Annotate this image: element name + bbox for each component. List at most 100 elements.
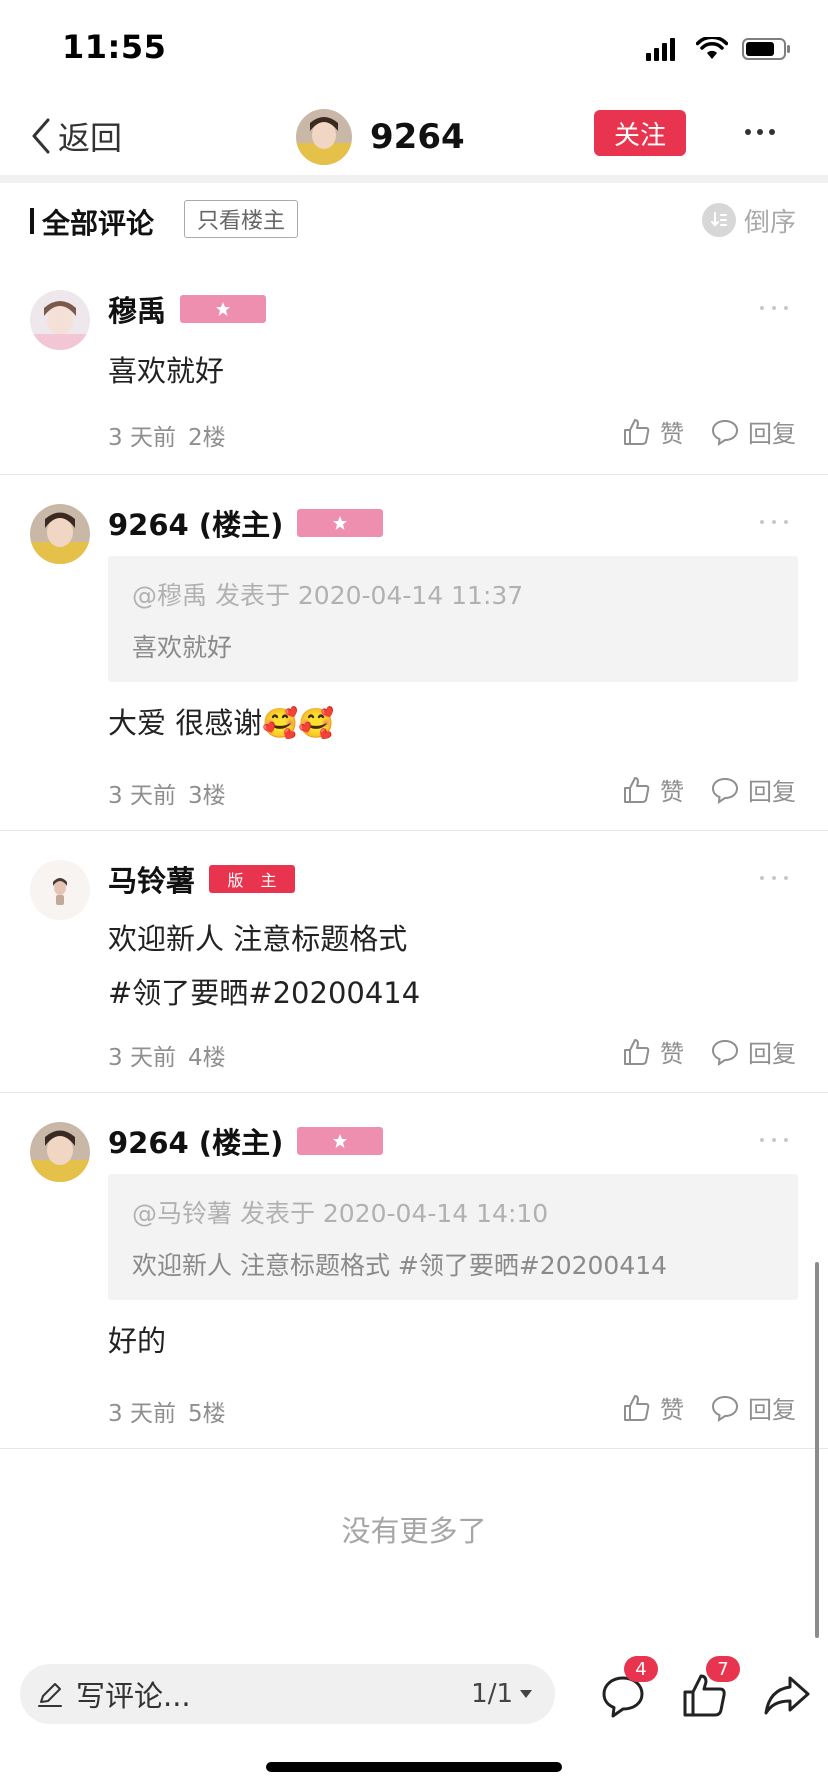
reply-bubble-icon <box>711 777 739 804</box>
reply-label: 回复 <box>748 1396 796 1424</box>
thumb-up-icon <box>624 776 650 803</box>
section-marker <box>30 208 34 234</box>
header-divider <box>0 175 828 183</box>
like-label: 赞 <box>660 1040 684 1068</box>
reply-button[interactable]: 回复 <box>710 1390 796 1425</box>
back-button[interactable]: 返回 <box>28 108 122 164</box>
star-icon <box>333 1134 348 1148</box>
comment-header: 马铃薯 版 主 <box>108 858 296 900</box>
comment-actions: 赞 回复 <box>622 1034 796 1069</box>
like-button[interactable]: 赞 <box>622 414 684 449</box>
comment-item: 穆禹 喜欢就好 3 天前 2楼 赞 回复 <box>0 252 828 474</box>
thumb-up-icon <box>624 1394 650 1421</box>
comment-time: 3 天前 <box>108 783 176 809</box>
comment-username[interactable]: 9264 (楼主) <box>108 1120 283 1162</box>
caret-down-icon <box>520 1690 532 1698</box>
comment-text: 喜欢就好 <box>108 354 225 388</box>
comment-actions: 赞 回复 <box>622 1390 796 1425</box>
like-label: 赞 <box>660 420 684 448</box>
quote-meta: @穆禹 发表于 2020-04-14 11:37 <box>132 581 524 610</box>
like-button[interactable]: 赞 <box>622 1034 684 1069</box>
more-button[interactable] <box>740 112 780 152</box>
comment-meta: 3 天前 4楼 <box>108 1038 226 1072</box>
comment-username[interactable]: 马铃薯 <box>108 858 195 900</box>
share-icon <box>764 1676 810 1715</box>
only-op-filter-button[interactable]: 只看楼主 <box>184 200 299 238</box>
star-icon <box>216 302 231 316</box>
nav-username: 9264 <box>370 117 465 157</box>
comment-more-icon[interactable] <box>760 303 788 313</box>
bottom-bar: 写评论... 1/1 4 7 <box>0 1656 828 1740</box>
follow-button[interactable]: 关注 <box>594 110 686 156</box>
sort-button[interactable]: 倒序 <box>701 200 796 240</box>
scrollbar[interactable] <box>815 1262 819 1638</box>
comment-text-line-2: #领了要晒#20200414 <box>108 976 421 1010</box>
comment-header: 9264 (楼主) <box>108 502 384 544</box>
wifi-icon <box>696 37 728 59</box>
avatar[interactable] <box>30 504 90 564</box>
reply-button[interactable]: 回复 <box>710 772 796 807</box>
thumb-up-icon <box>624 418 650 445</box>
comment-time: 3 天前 <box>108 425 176 451</box>
quote-meta: @马铃薯 发表于 2020-04-14 14:10 <box>132 1199 549 1228</box>
signal-icon <box>646 38 675 61</box>
comment-item: 9264 (楼主) @穆禹 发表于 2020-04-14 11:37 喜欢就好 … <box>0 474 828 830</box>
pencil-icon <box>38 1683 62 1707</box>
comment-count-badge: 4 <box>624 1656 658 1682</box>
reply-label: 回复 <box>748 1040 796 1068</box>
comment-input[interactable]: 写评论... 1/1 <box>20 1664 555 1724</box>
level-badge <box>297 1127 384 1155</box>
like-count-badge: 7 <box>706 1656 740 1682</box>
comment-more-icon[interactable] <box>760 517 788 527</box>
comment-actions: 赞 回复 <box>622 414 796 449</box>
back-chevron-icon <box>32 118 50 154</box>
back-label: 返回 <box>58 119 123 157</box>
status-time: 11:55 <box>62 28 167 66</box>
reply-bubble-icon <box>711 1395 739 1422</box>
comment-meta: 3 天前 2楼 <box>108 418 226 452</box>
reply-label: 回复 <box>748 420 796 448</box>
comment-item: 9264 (楼主) @马铃薯 发表于 2020-04-14 14:10 欢迎新人… <box>0 1092 828 1448</box>
like-button[interactable]: 赞 <box>622 1390 684 1425</box>
comment-text: 大爱 很感谢🥰🥰 <box>108 706 335 740</box>
comment-more-icon[interactable] <box>760 873 788 883</box>
level-badge <box>297 509 384 537</box>
avatar[interactable] <box>30 860 90 920</box>
avatar[interactable] <box>296 109 352 165</box>
quoted-comment[interactable]: @穆禹 发表于 2020-04-14 11:37 喜欢就好 <box>108 556 798 682</box>
comment-header: 9264 (楼主) <box>108 1120 384 1162</box>
nav-bar: 返回 9264 关注 <box>0 96 828 178</box>
like-label: 赞 <box>660 1396 684 1424</box>
avatar[interactable] <box>30 290 90 350</box>
more-dots-icon <box>745 129 775 135</box>
reply-bubble-icon <box>711 1039 739 1066</box>
comment-more-icon[interactable] <box>760 1135 788 1145</box>
like-post-button[interactable]: 7 <box>680 1656 740 1720</box>
reply-button[interactable]: 回复 <box>710 414 796 449</box>
comment-actions: 赞 回复 <box>622 772 796 807</box>
home-indicator[interactable] <box>266 1762 562 1772</box>
page-selector[interactable]: 1/1 <box>471 1679 533 1709</box>
comment-text: 好的 <box>108 1324 167 1358</box>
share-button[interactable] <box>762 1670 812 1720</box>
level-badge <box>180 295 267 323</box>
nav-user[interactable]: 9264 <box>296 102 465 172</box>
comment-meta: 3 天前 3楼 <box>108 776 226 810</box>
status-icons <box>646 34 792 64</box>
like-label: 赞 <box>660 778 684 806</box>
reply-button[interactable]: 回复 <box>710 1034 796 1069</box>
avatar[interactable] <box>30 1122 90 1182</box>
comment-divider <box>0 1448 828 1449</box>
quoted-comment[interactable]: @马铃薯 发表于 2020-04-14 14:10 欢迎新人 注意标题格式 #领… <box>108 1174 798 1300</box>
comment-meta: 3 天前 5楼 <box>108 1394 226 1428</box>
page-indicator: 1/1 <box>471 1679 513 1709</box>
like-button[interactable]: 赞 <box>622 772 684 807</box>
comment-floor: 4楼 <box>187 1045 226 1071</box>
sort-icon <box>701 203 736 237</box>
thumb-up-icon <box>624 1038 650 1065</box>
comment-username[interactable]: 9264 (楼主) <box>108 502 283 544</box>
comment-button[interactable]: 4 <box>598 1656 658 1720</box>
comment-placeholder: 写评论... <box>76 1679 191 1713</box>
comment-username[interactable]: 穆禹 <box>108 288 166 330</box>
sort-label: 倒序 <box>743 207 796 238</box>
